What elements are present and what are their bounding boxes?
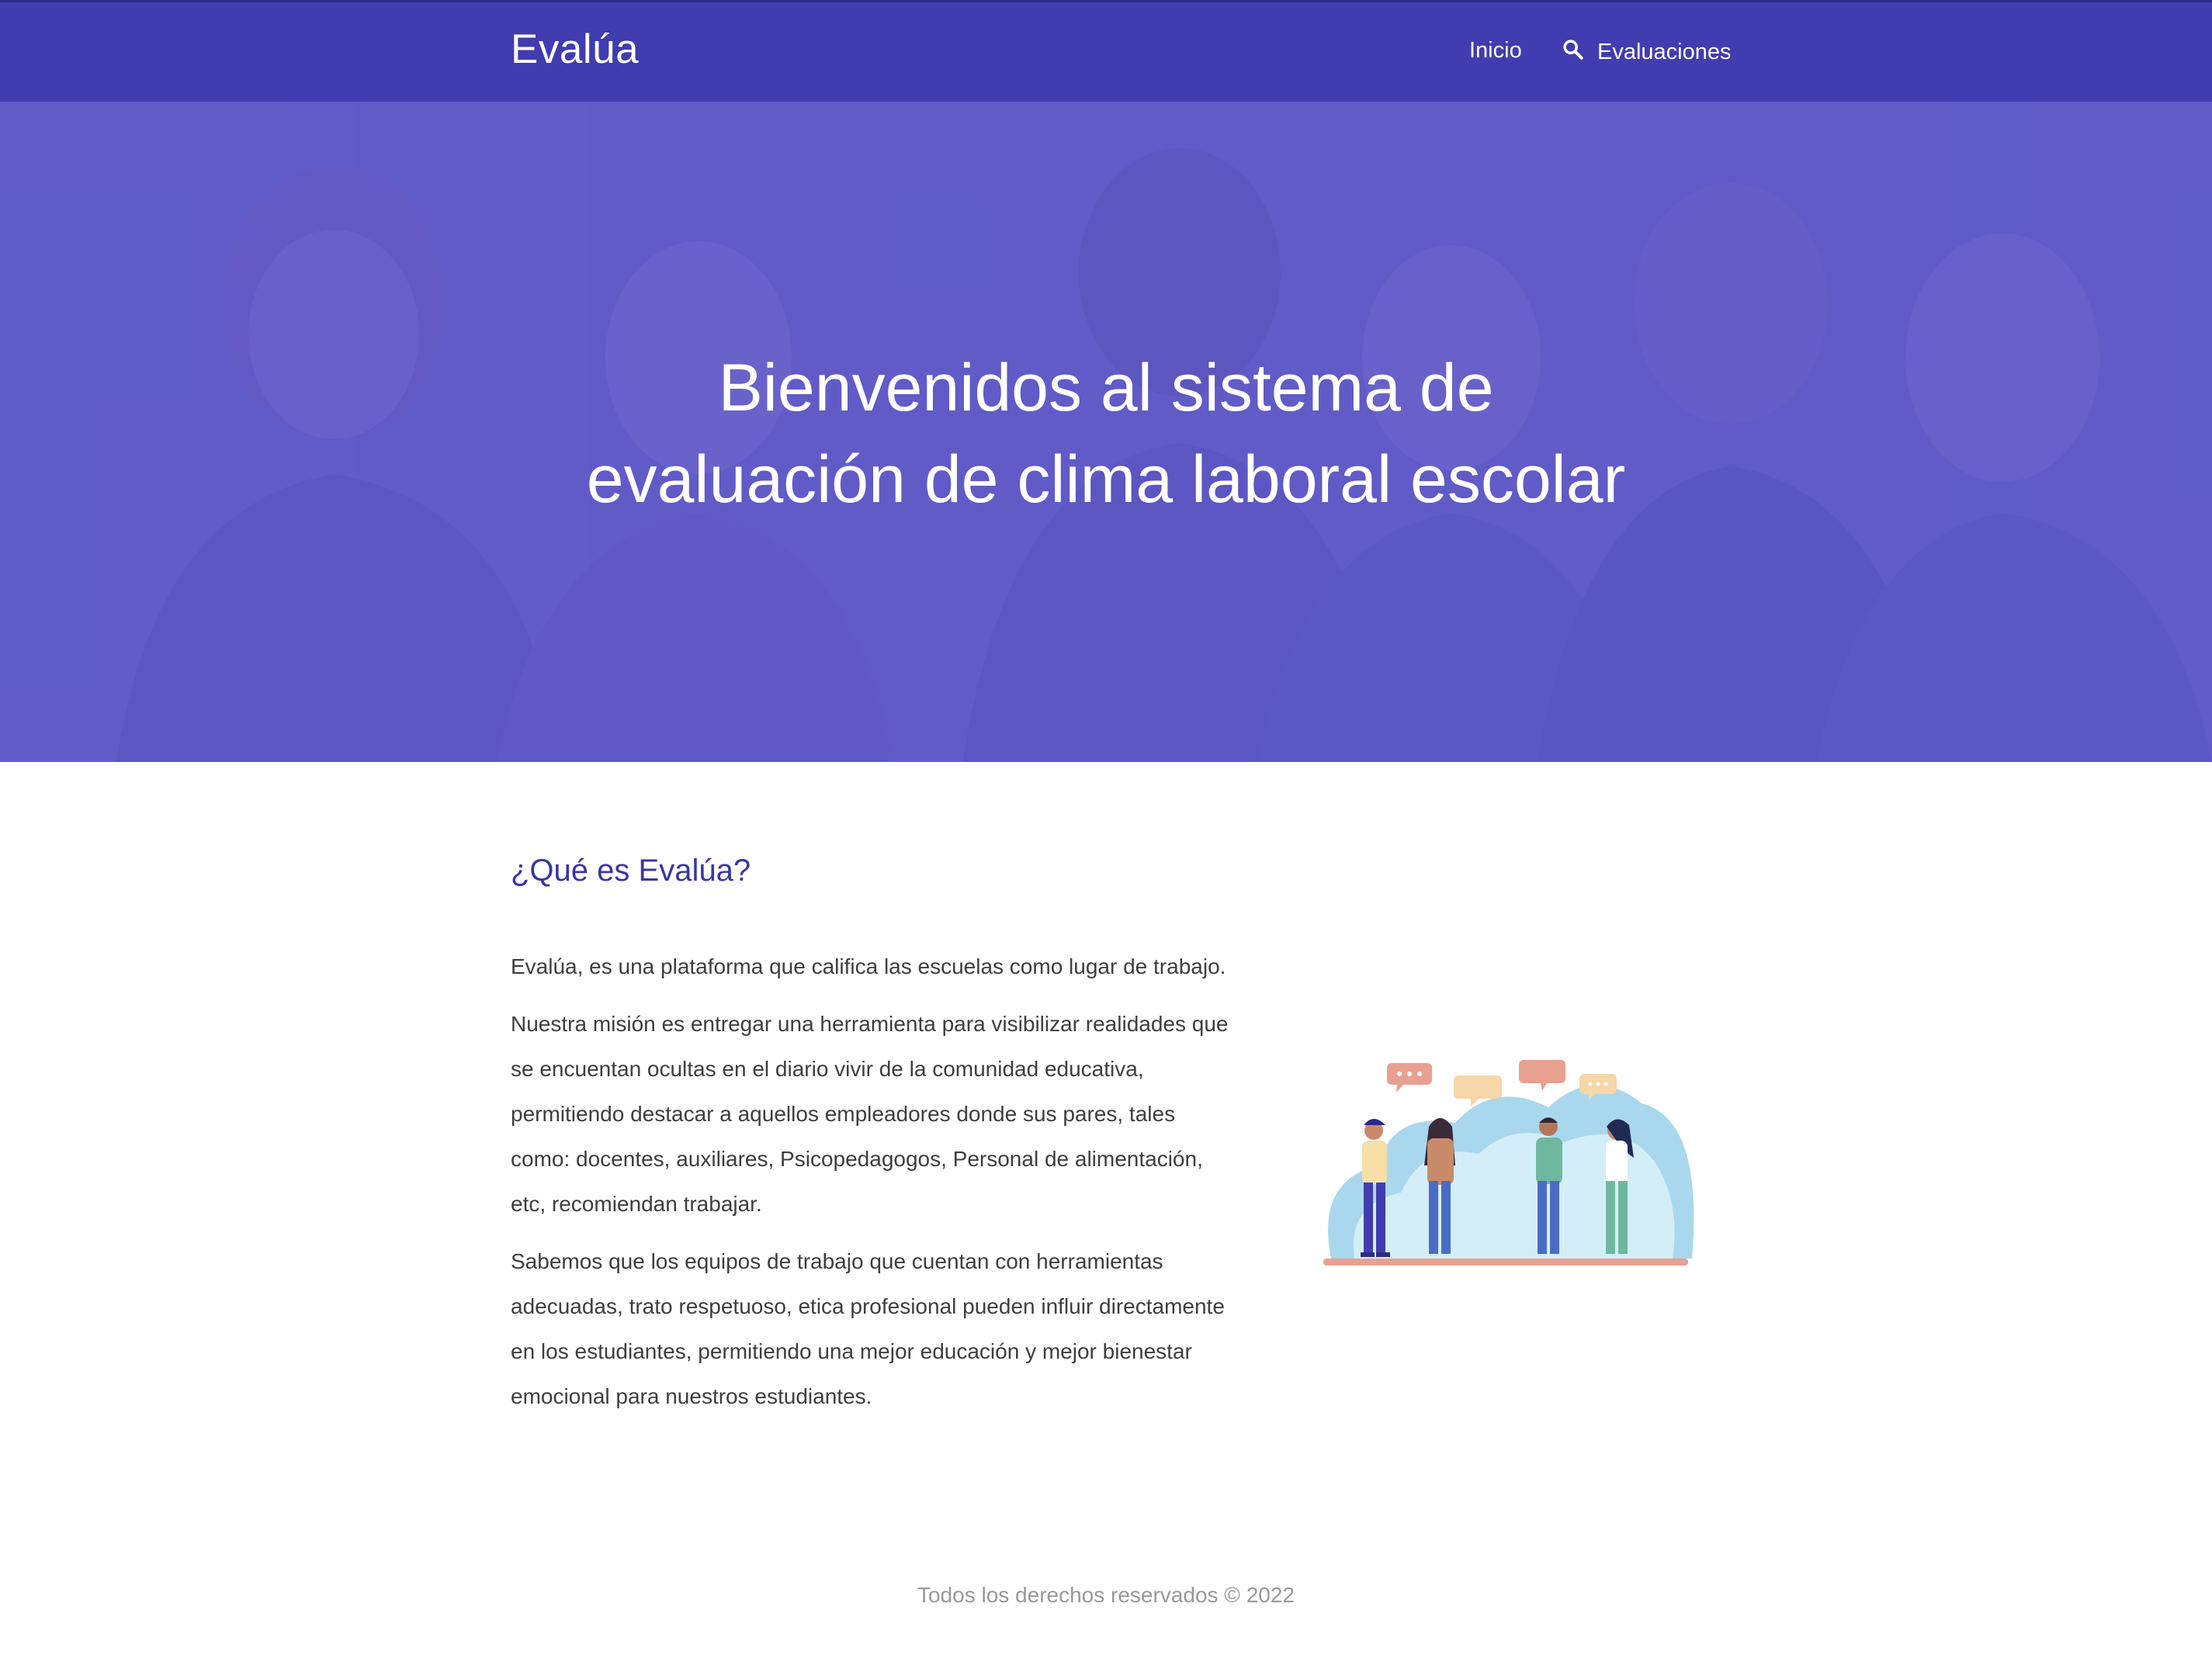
about-heading: ¿Qué es Evalúa?	[511, 854, 751, 888]
about-paragraph: Sabemos que los equipos de trabajo que c…	[511, 1249, 1225, 1408]
team-conversation-illustration	[1323, 1060, 1694, 1266]
top-navbar: Evalúa Inicio Evaluaciones	[0, 0, 2212, 102]
about-text: Evalúa, es una plataforma que califica l…	[511, 944, 1240, 1432]
about-paragraph: Evalúa, es una plataforma que califica l…	[511, 954, 1226, 978]
search-icon	[1562, 38, 1583, 66]
copyright-text: Todos los derechos reservados © 2022	[917, 1583, 1295, 1607]
hero-banner: Bienvenidos al sistema de evaluación de …	[0, 102, 2212, 762]
hero-title-line-1: Bienvenidos al sistema de	[718, 351, 1494, 425]
hero-title-line-2: evaluación de clima laboral escolar	[586, 442, 1626, 517]
about-section: ¿Qué es Evalúa? Evalúa, es una plataform…	[0, 762, 2212, 1538]
nav-link-evaluaciones-label: Evaluaciones	[1597, 39, 1732, 64]
about-paragraph: Nuestra misión es entregar una herramien…	[511, 1012, 1229, 1216]
footer: Todos los derechos reservados © 2022	[0, 1583, 2212, 1608]
brand-logo-link[interactable]: Evalúa	[511, 26, 639, 73]
hero-title: Bienvenidos al sistema de evaluación de …	[0, 342, 2212, 525]
nav-link-evaluaciones[interactable]: Evaluaciones	[1562, 38, 1732, 66]
nav-link-inicio[interactable]: Inicio	[1469, 38, 1522, 64]
